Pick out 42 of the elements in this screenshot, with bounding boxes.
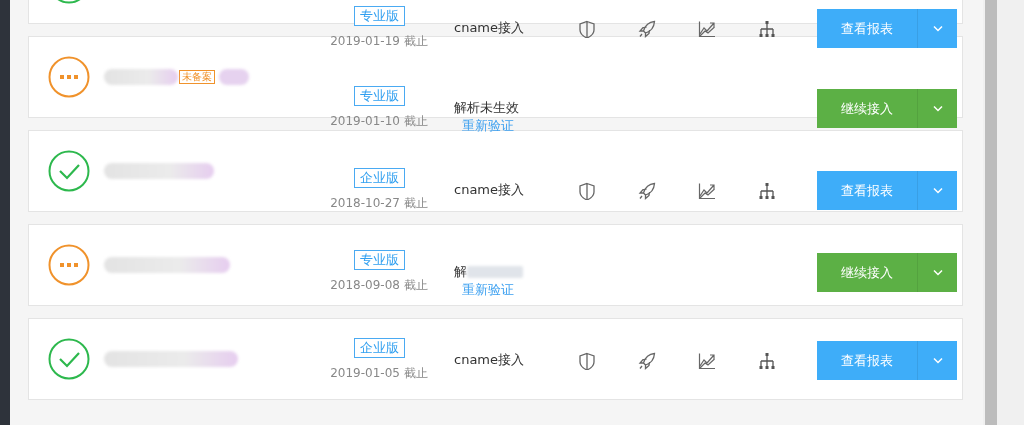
shield-icon[interactable] — [578, 352, 596, 370]
access-status: 解 — [454, 263, 467, 281]
plan-tag: 专业版 — [353, 250, 405, 270]
action-button[interactable]: 查看报表 — [817, 341, 917, 380]
shield-icon[interactable] — [578, 20, 596, 38]
shield-icon[interactable] — [578, 182, 596, 200]
line-chart-icon[interactable] — [698, 352, 716, 370]
caret-icon — [931, 186, 944, 195]
action-button[interactable]: 查看报表 — [817, 171, 917, 210]
rocket-icon[interactable] — [638, 352, 656, 370]
expiry-date: 2018-09-08 截止 — [330, 277, 428, 294]
caret-icon — [931, 356, 944, 365]
plan-tag: 企业版 — [353, 168, 405, 188]
expiry-date: 2019-01-10 截止 — [330, 113, 428, 130]
plan-tag: 专业版 — [353, 6, 405, 26]
action-button[interactable]: 继续接入 — [817, 253, 917, 292]
record-tag: 未备案 — [179, 70, 215, 84]
rocket-icon[interactable] — [638, 20, 656, 38]
line-chart-icon[interactable] — [698, 182, 716, 200]
reverify-link[interactable]: 重新验证 — [462, 118, 514, 134]
expiry-date: 2019-01-19 截止 — [330, 33, 428, 50]
action-button[interactable]: 查看报表 — [817, 9, 917, 48]
expiry-date: 2018-10-27 截止 — [330, 195, 428, 212]
hierarchy-icon[interactable] — [758, 182, 776, 200]
plan-tag: 企业版 — [353, 338, 405, 358]
scrollbar-thumb[interactable] — [985, 0, 997, 425]
reverify-link[interactable]: 重新验证 — [462, 282, 514, 298]
rocket-icon[interactable] — [638, 182, 656, 200]
access-status: 解析未生效 — [454, 99, 519, 117]
hierarchy-icon[interactable] — [758, 352, 776, 370]
caret-icon — [931, 24, 944, 33]
access-status: cname接入 — [454, 19, 524, 37]
access-status: cname接入 — [454, 351, 524, 369]
hierarchy-icon[interactable] — [758, 20, 776, 38]
blurred-tag — [219, 69, 249, 85]
caret-icon — [931, 104, 944, 113]
caret-icon — [931, 268, 944, 277]
line-chart-icon[interactable] — [698, 20, 716, 38]
access-status: cname接入 — [454, 181, 524, 199]
action-button[interactable]: 继续接入 — [817, 89, 917, 128]
plan-tag: 专业版 — [353, 86, 405, 106]
expiry-date: 2019-01-05 截止 — [330, 365, 428, 382]
